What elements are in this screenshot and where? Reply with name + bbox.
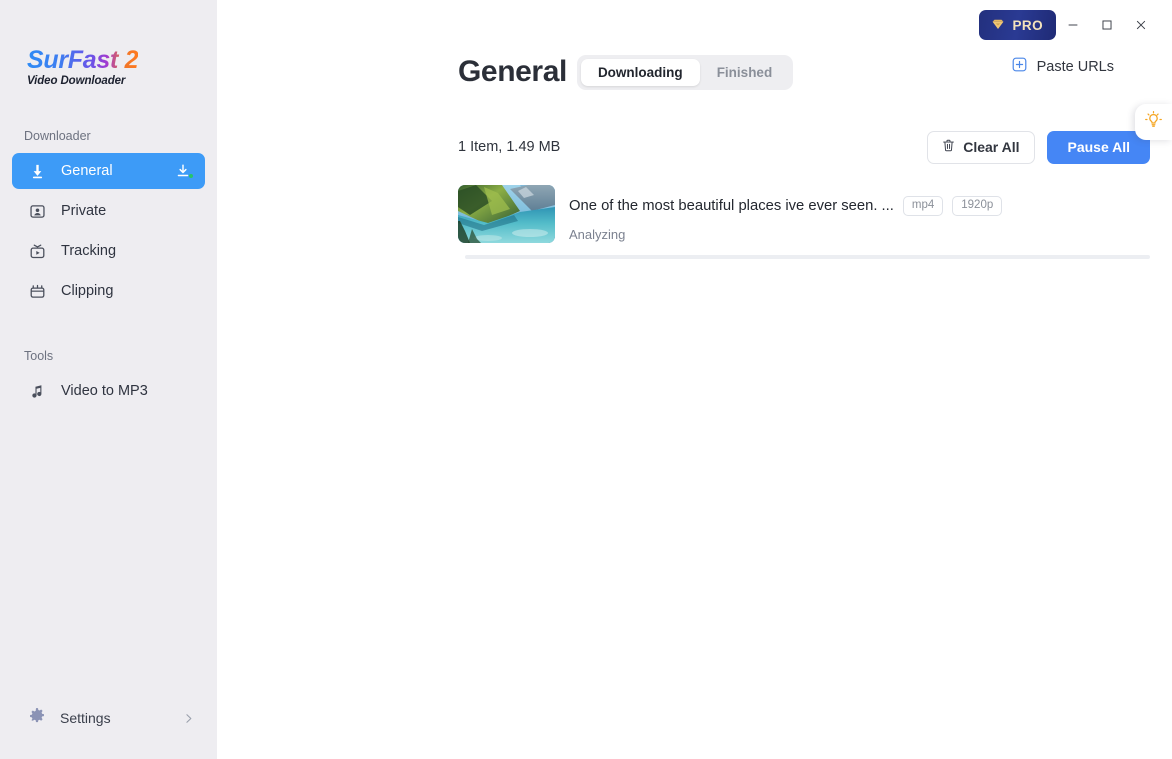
pro-upgrade-button[interactable]: PRO — [979, 10, 1056, 40]
sidebar-item-label-clipping: Clipping — [61, 283, 113, 299]
download-item-header: One of the most beautiful places ive eve… — [569, 196, 1150, 216]
download-list: One of the most beautiful places ive eve… — [458, 185, 1150, 259]
sidebar-item-tracking[interactable]: Tracking — [12, 233, 205, 269]
logo-tagline: Video Downloader — [27, 75, 217, 87]
private-person-icon — [26, 200, 48, 222]
tab-downloading[interactable]: Downloading — [581, 59, 700, 86]
pro-label: PRO — [1013, 18, 1043, 33]
tips-lightbulb-button[interactable] — [1135, 104, 1172, 140]
page-title: General — [458, 57, 567, 87]
format-badge: mp4 — [903, 196, 943, 216]
plus-square-icon — [1011, 56, 1028, 78]
sidebar-item-label-general: General — [61, 163, 113, 179]
download-title: One of the most beautiful places ive eve… — [569, 198, 894, 214]
main-content: PRO General Downloading — [217, 0, 1172, 759]
page-header: General Downloading Finished Paste URLs — [217, 44, 1172, 100]
download-progress-bar — [465, 255, 1150, 259]
sidebar-item-private[interactable]: Private — [12, 193, 205, 229]
lightbulb-icon — [1144, 110, 1163, 134]
app-window: SurFast 2 Video Downloader Downloader Ge… — [0, 0, 1172, 759]
clear-all-label: Clear All — [963, 139, 1019, 155]
paste-urls-label: Paste URLs — [1037, 59, 1114, 75]
sidebar-section-tools: Tools — [0, 349, 217, 363]
clipping-scissors-icon — [26, 280, 48, 302]
toolbar-actions: Clear All Pause All — [927, 131, 1150, 164]
pause-all-button[interactable]: Pause All — [1047, 131, 1150, 164]
maximize-icon[interactable] — [1090, 8, 1124, 42]
download-tray-icon — [173, 161, 193, 181]
gear-icon — [28, 707, 46, 730]
close-icon[interactable] — [1124, 8, 1158, 42]
download-item[interactable]: One of the most beautiful places ive eve… — [458, 185, 1150, 259]
sidebar-item-general[interactable]: General — [12, 153, 205, 189]
sidebar-item-clipping[interactable]: Clipping — [12, 273, 205, 309]
logo-wordmark: SurFast 2 — [27, 48, 138, 73]
clear-all-button[interactable]: Clear All — [927, 131, 1035, 164]
paste-urls-button[interactable]: Paste URLs — [1011, 56, 1114, 78]
chevron-right-icon — [182, 712, 195, 725]
resolution-badge: 1920p — [952, 196, 1002, 216]
video-thumbnail — [458, 185, 555, 243]
diamond-icon — [990, 17, 1006, 33]
status-dot — [189, 174, 193, 178]
minimize-icon[interactable] — [1056, 8, 1090, 42]
item-count-summary: 1 Item, 1.49 MB — [458, 139, 560, 155]
sidebar-item-label-tracking: Tracking — [61, 243, 116, 259]
trash-icon — [941, 138, 956, 156]
download-arrow-icon — [26, 160, 48, 182]
download-status: Analyzing — [569, 227, 1150, 242]
download-item-body: One of the most beautiful places ive eve… — [569, 185, 1150, 242]
list-toolbar: 1 Item, 1.49 MB Clear All Pause All — [458, 130, 1150, 164]
sidebar-item-label-private: Private — [61, 203, 106, 219]
app-logo: SurFast 2 Video Downloader — [0, 0, 217, 87]
sidebar-section-downloader: Downloader — [0, 129, 217, 143]
sidebar: SurFast 2 Video Downloader Downloader Ge… — [0, 0, 217, 759]
tab-bar: Downloading Finished — [577, 55, 793, 90]
sidebar-item-label-video-to-mp3: Video to MP3 — [61, 383, 148, 399]
tab-finished[interactable]: Finished — [700, 59, 790, 86]
sidebar-item-video-to-mp3[interactable]: Video to MP3 — [12, 373, 205, 409]
window-titlebar: PRO — [217, 0, 1172, 50]
music-note-icon — [26, 380, 48, 402]
sidebar-item-label-settings: Settings — [60, 710, 111, 726]
tracking-video-icon — [26, 240, 48, 262]
sidebar-item-settings[interactable]: Settings — [12, 701, 205, 735]
